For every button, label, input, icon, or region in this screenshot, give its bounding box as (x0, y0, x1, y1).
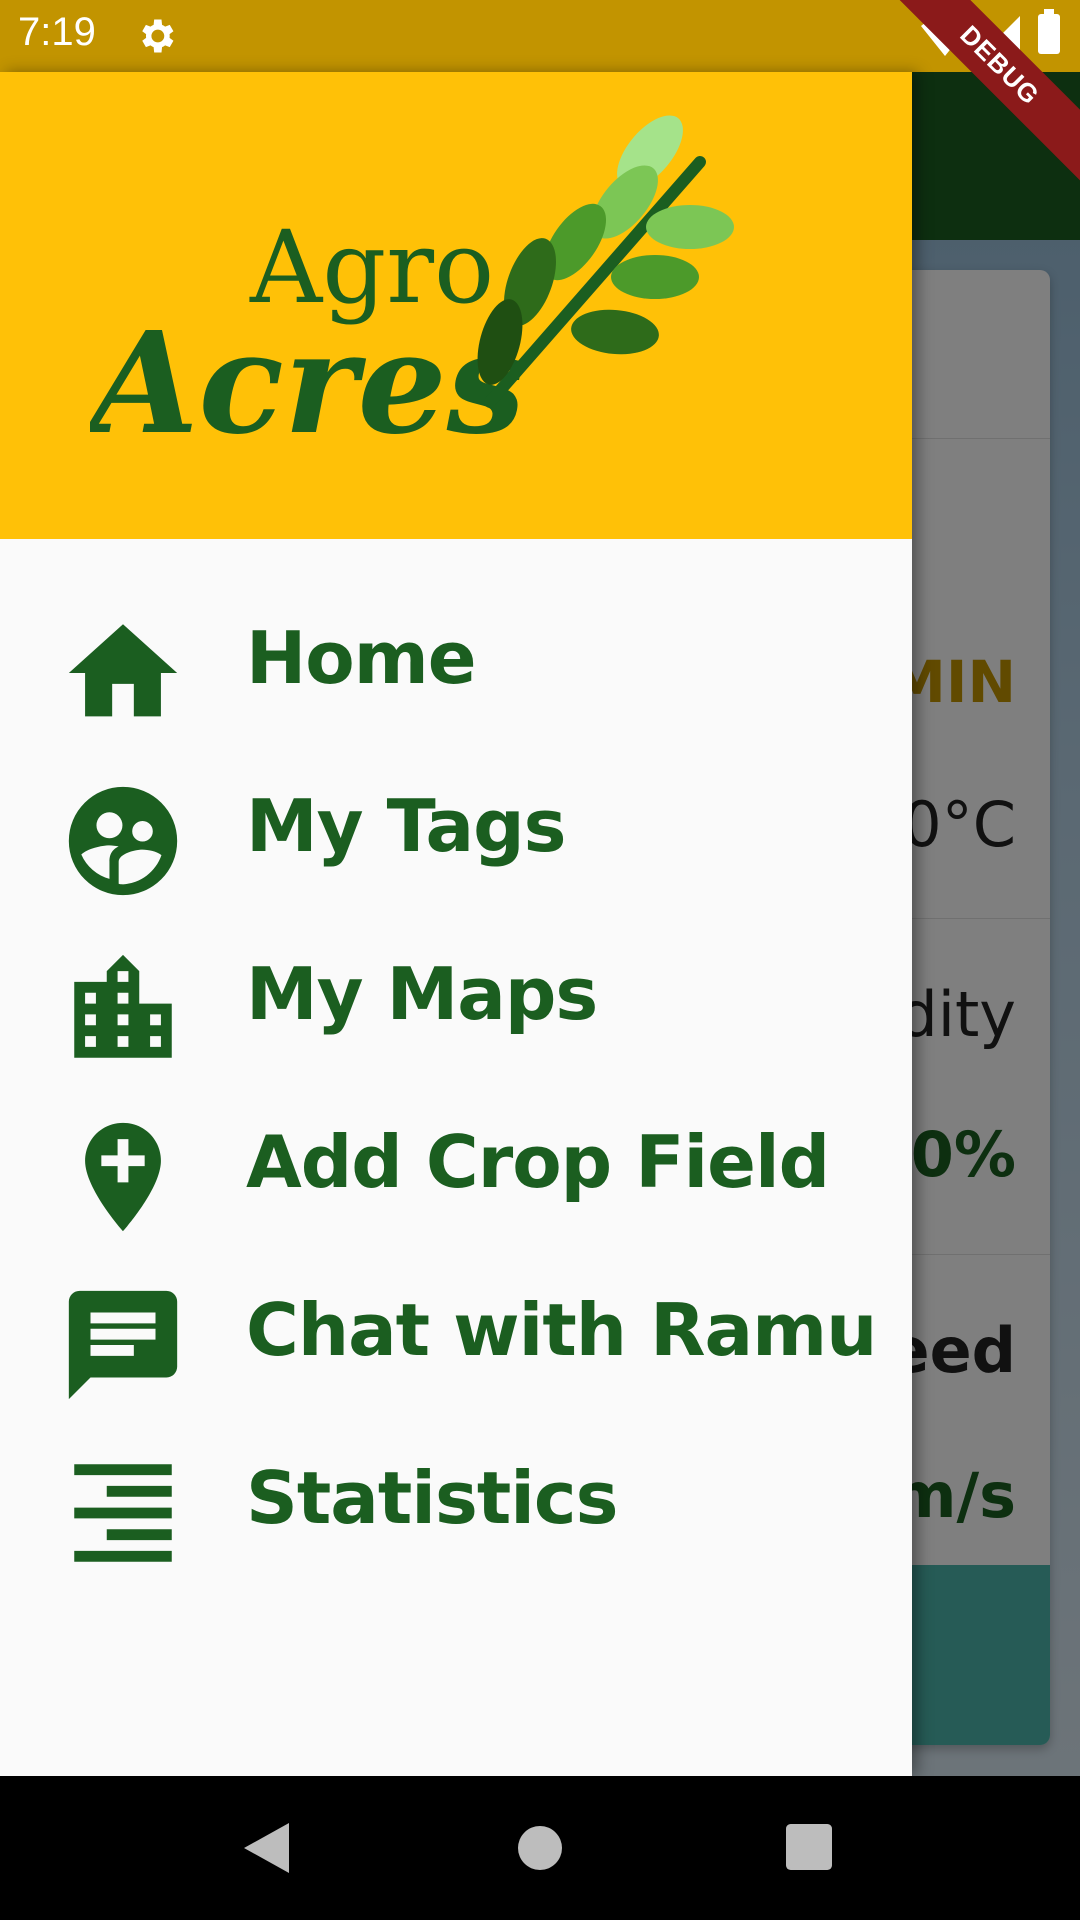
gear-icon (142, 19, 174, 53)
drawer-item-my-tags[interactable]: My Tags (0, 742, 912, 910)
drawer-item-label: Home (246, 616, 477, 700)
add-location-icon (85, 1122, 161, 1232)
drawer-item-label: Add Crop Field (246, 1120, 830, 1204)
drawer-item-label: My Tags (246, 784, 566, 868)
chat-icon (68, 1290, 178, 1400)
home-icon (68, 624, 178, 717)
back-button[interactable] (208, 1776, 328, 1920)
buildings-icon (74, 954, 172, 1058)
drawer-item-home[interactable]: Home (0, 574, 912, 742)
drawer-item-my-maps[interactable]: My Maps (0, 910, 912, 1078)
group-icon (68, 786, 178, 896)
home-button[interactable] (480, 1776, 600, 1920)
navigation-drawer: Agro Acres Home My Tags My Maps Add Crop… (0, 72, 912, 1776)
drawer-header: Agro Acres (0, 72, 912, 539)
drawer-item-label: Statistics (246, 1456, 618, 1540)
drawer-item-statistics[interactable]: Statistics (0, 1414, 912, 1582)
system-nav-bar (0, 1776, 1080, 1920)
recents-icon (786, 1824, 832, 1870)
battery-icon (1038, 9, 1060, 54)
status-time: 7:19 (18, 10, 96, 54)
agro-acres-logo: Agro Acres (90, 115, 734, 466)
home-circle-icon (518, 1826, 562, 1870)
drawer-item-add-crop-field[interactable]: Add Crop Field (0, 1078, 912, 1246)
drawer-item-chat-with-ramu[interactable]: Chat with Ramu (0, 1246, 912, 1414)
drawer-item-label: My Maps (246, 952, 598, 1036)
statistics-icon (74, 1464, 172, 1562)
back-icon (244, 1823, 289, 1873)
recents-button[interactable] (750, 1776, 870, 1920)
svg-text:Acres: Acres (90, 302, 526, 466)
drawer-item-label: Chat with Ramu (246, 1288, 877, 1372)
